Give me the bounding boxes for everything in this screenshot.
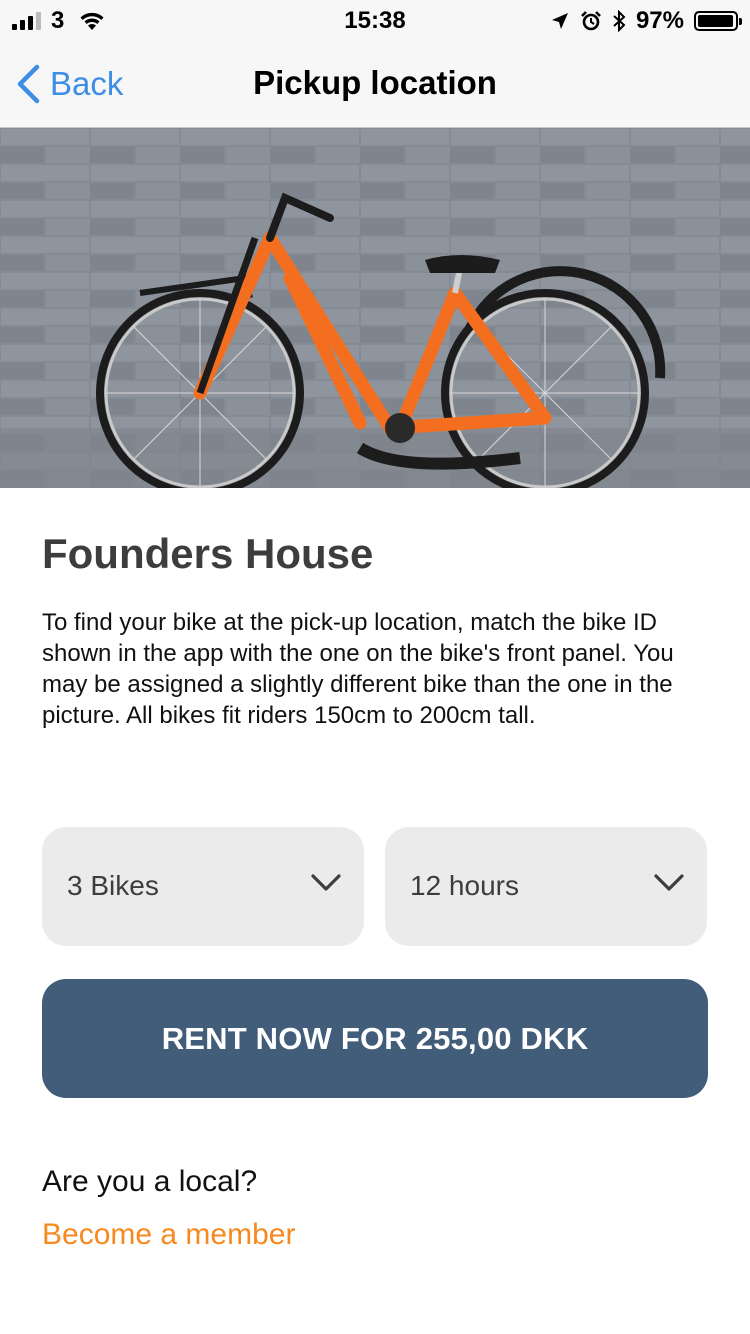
- bikes-count-value: 3 Bikes: [67, 870, 159, 901]
- duration-value: 12 hours: [410, 870, 519, 901]
- location-description: To find your bike at the pick-up locatio…: [42, 609, 674, 729]
- location-title: Founders House: [42, 530, 374, 577]
- bike-photo: [0, 128, 750, 488]
- chevron-down-icon: [311, 874, 341, 891]
- bike-illustration: [0, 128, 750, 488]
- local-question: Are you a local?: [42, 1165, 258, 1198]
- status-bar: 3 15:38 97%: [0, 0, 750, 40]
- duration-select[interactable]: 12 hours: [385, 827, 707, 946]
- rent-now-button[interactable]: RENT NOW FOR 255,00 DKK: [42, 979, 708, 1098]
- battery-percent: 97%: [635, 7, 684, 34]
- bluetooth-icon: [613, 10, 626, 32]
- navigation-bar: Back Pickup location: [0, 40, 750, 128]
- battery-tip: [739, 18, 742, 25]
- battery-fill: [698, 15, 733, 27]
- alarm-icon: [581, 11, 601, 31]
- bikes-count-select[interactable]: 3 Bikes: [42, 827, 364, 946]
- become-member-link[interactable]: Become a member: [42, 1218, 295, 1252]
- chevron-down-icon: [654, 874, 684, 891]
- status-right: 97%: [550, 7, 742, 35]
- location-arrow-icon: [551, 13, 568, 29]
- screen: 3 15:38 97% Back Pickup location Founder…: [0, 0, 750, 1334]
- page-title: Pickup location: [253, 64, 497, 101]
- battery-icon: [694, 11, 742, 31]
